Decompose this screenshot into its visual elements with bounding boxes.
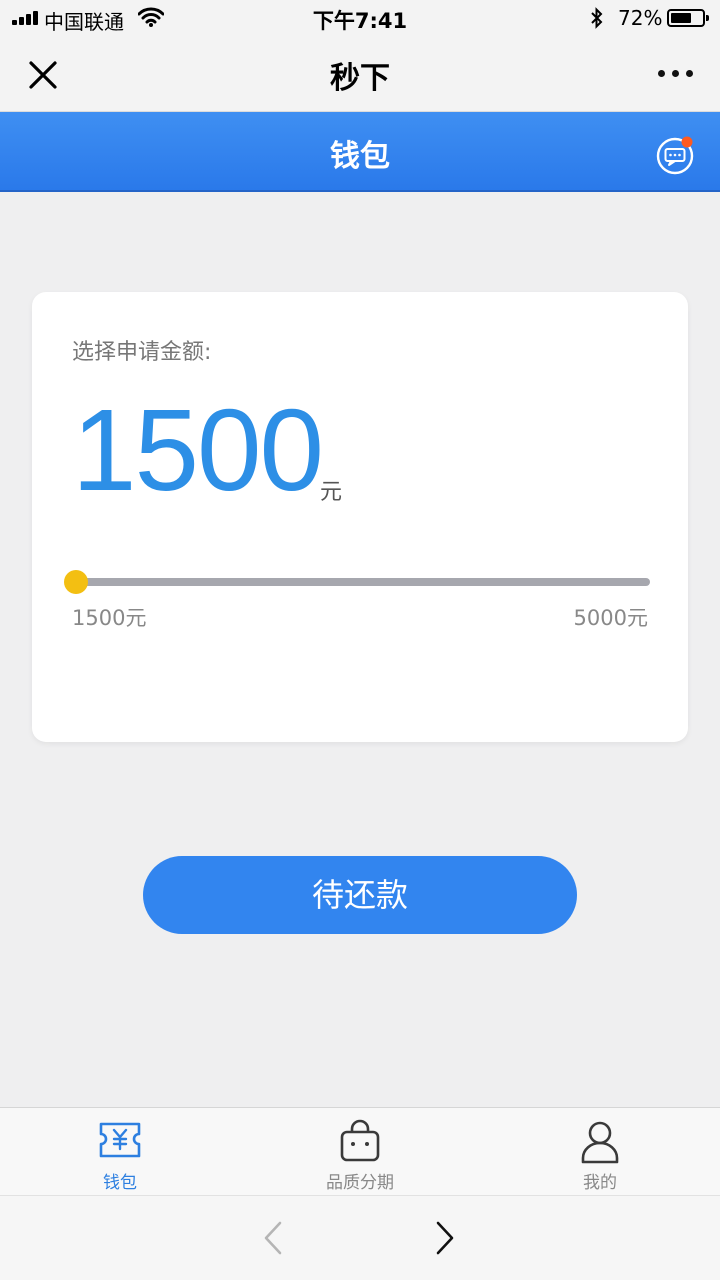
- slider-min-label: 1500元: [72, 606, 147, 630]
- user-icon: [581, 1121, 619, 1164]
- notification-dot: [681, 136, 693, 148]
- battery-percent: 72%: [618, 6, 663, 30]
- page-title: 秒下: [330, 61, 390, 96]
- slider-max-label: 5000元: [573, 606, 648, 630]
- status-bar: 中国联通 下午7:41 72%: [0, 0, 720, 36]
- nav-bar: 秒下: [0, 36, 720, 112]
- clock: 下午7:41: [312, 9, 408, 33]
- amount-card: 选择申请金额: 1500 元 1500元 5000元: [32, 292, 688, 742]
- tab-installments[interactable]: 品质分期: [240, 1108, 480, 1196]
- app-header: 钱包: [0, 112, 720, 192]
- amount-value: 1500: [72, 385, 324, 515]
- header-title: 钱包: [330, 139, 390, 174]
- slider-handle[interactable]: [64, 570, 88, 594]
- bluetooth-icon: [591, 7, 603, 29]
- battery-icon: [667, 9, 709, 27]
- chat-bubble-icon[interactable]: [653, 134, 697, 178]
- tab-wallet[interactable]: 钱包: [0, 1108, 240, 1196]
- amount-unit: 元: [320, 480, 343, 505]
- amount-label: 选择申请金额:: [72, 340, 212, 365]
- amount-slider[interactable]: [64, 570, 650, 594]
- tab-mine[interactable]: 我的: [480, 1108, 720, 1196]
- shopping-bag-icon: [340, 1119, 380, 1162]
- tab-label: 品质分期: [326, 1173, 394, 1193]
- tab-label: 我的: [583, 1173, 617, 1193]
- more-icon[interactable]: [656, 70, 696, 78]
- browser-toolbar: [0, 1195, 720, 1280]
- chevron-left-icon[interactable]: [262, 1220, 284, 1256]
- wallet-yen-icon: [99, 1122, 141, 1158]
- pending-repayment-button[interactable]: 待还款: [143, 856, 577, 934]
- chevron-right-icon[interactable]: [434, 1220, 456, 1256]
- battery-level: [671, 13, 692, 23]
- tab-label: 钱包: [103, 1173, 137, 1193]
- tab-bar: 钱包 品质分期 我的: [0, 1107, 720, 1195]
